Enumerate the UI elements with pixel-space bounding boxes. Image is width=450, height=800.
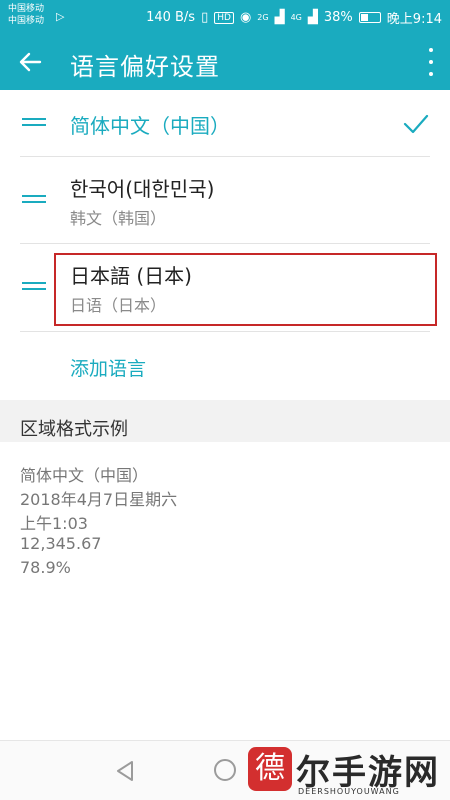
navigation-bar: 德 尔手游网 DEERSHOUYOUWANG [0, 740, 450, 800]
clock: 晚上9:14 [386, 12, 442, 27]
back-arrow-icon[interactable] [14, 46, 46, 78]
watermark-logo: 德 尔手游网 DEERSHOUYOUWANG [248, 743, 444, 799]
region-line: 2018年4月7日星期六 [20, 490, 178, 509]
status-bar: 中国移动 中国移动 ▷ 140 B/s ▯ HD ◉ 2G ▟ 4G ▟ 38%… [0, 0, 450, 34]
divider [20, 331, 430, 332]
signal-4g: 4G [290, 13, 302, 22]
language-list: 简体中文（中国） 한국어(대한민국) 韩文（韩国） 日本語 (日本) 日语（日本… [0, 90, 450, 400]
signal-bars-icon: ▟ [274, 10, 285, 25]
language-item-zh-cn[interactable]: 简体中文（中国） [0, 90, 450, 156]
highlight-annotation [54, 253, 437, 326]
more-vert-icon[interactable] [426, 48, 436, 76]
drag-handle-icon[interactable] [22, 116, 46, 128]
language-item-ko-kr[interactable]: 한국어(대한민국) 韩文（韩国） [0, 157, 450, 243]
region-line: 简体中文（中国） [20, 466, 149, 485]
battery-icon [358, 12, 381, 23]
battery-percent: 38% [323, 10, 353, 25]
language-subtitle: 韩文（韩国） [70, 209, 167, 228]
language-title: 简体中文（中国） [70, 114, 230, 138]
nav-home-icon[interactable] [214, 759, 236, 781]
net-speed: 140 B/s [146, 10, 196, 25]
language-title: 한국어(대한민국) [70, 177, 215, 201]
status-indicators: 140 B/s ▯ HD ◉ 2G ▟ 4G ▟ 38% 晚上9:14 [146, 8, 442, 27]
region-format-card: 简体中文（中国） 2018年4月7日星期六 上午1:03 12,345.67 7… [0, 442, 450, 740]
eye-icon: ◉ [239, 10, 252, 25]
drag-handle-icon[interactable] [22, 193, 46, 205]
play-store-icon: ▷ [56, 10, 65, 23]
signal-bars-icon-2: ▟ [307, 10, 318, 25]
hd-badge: HD [214, 11, 234, 24]
vibrate-icon: ▯ [201, 10, 209, 25]
region-line: 78.9% [20, 558, 71, 577]
carrier-2: 中国移动 [8, 16, 45, 26]
nav-back-icon[interactable] [114, 759, 136, 783]
page-title: 语言偏好设置 [70, 53, 220, 81]
watermark-sub: DEERSHOUYOUWANG [298, 787, 400, 796]
region-format-header: 区域格式示例 [20, 419, 128, 440]
carrier-1: 中国移动 [8, 4, 45, 14]
drag-handle-icon[interactable] [22, 280, 46, 292]
watermark-seal: 德 [248, 747, 292, 791]
carrier-labels: 中国移动 中国移动 [8, 3, 44, 27]
region-line: 上午1:03 [20, 514, 88, 533]
add-language-button[interactable]: 添加语言 [70, 354, 146, 381]
signal-2g: 2G [257, 13, 269, 22]
check-icon [403, 114, 429, 134]
app-bar: 语言偏好设置 [0, 34, 450, 90]
region-line: 12,345.67 [20, 534, 102, 553]
